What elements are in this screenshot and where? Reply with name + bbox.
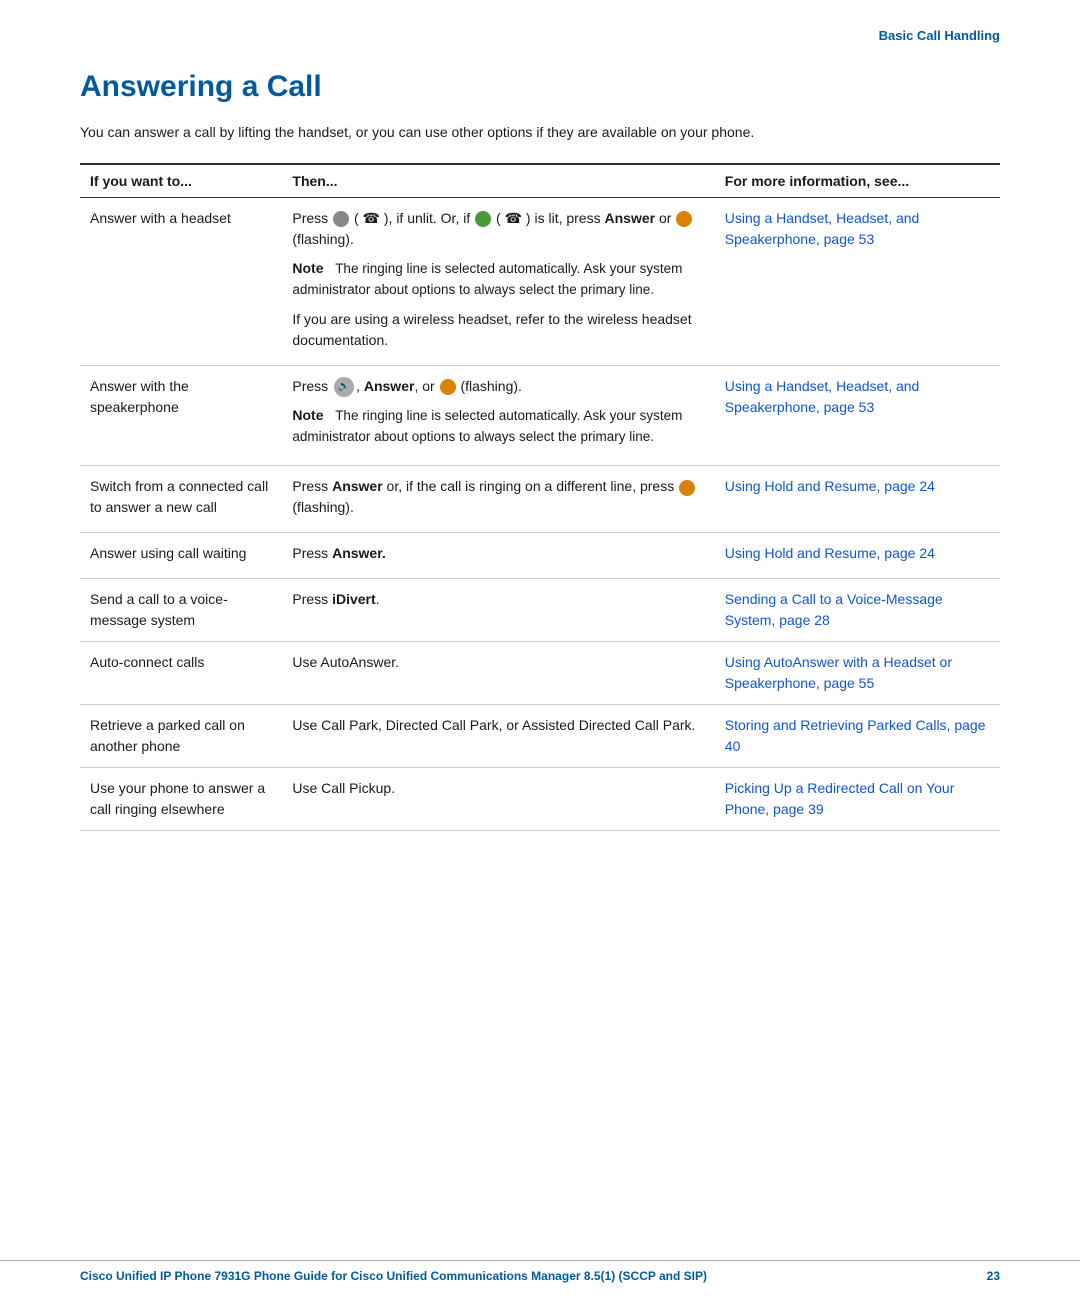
orange-circle-icon2 — [440, 379, 456, 395]
section-header: Basic Call Handling — [879, 28, 1000, 43]
row8-link[interactable]: Picking Up a Redirected Call on Your Pho… — [725, 780, 955, 817]
green-circle-icon — [475, 211, 491, 227]
table-row: Send a call to a voice-message system Pr… — [80, 579, 1000, 642]
row1-link[interactable]: Using a Handset, Headset, and Speakerpho… — [725, 210, 920, 247]
row7-see: Storing and Retrieving Parked Calls, pag… — [715, 705, 1000, 768]
col-header-if: If you want to... — [80, 164, 282, 198]
row4-then: Press Answer. — [282, 533, 714, 579]
headset-symbol: ☎ — [363, 210, 380, 226]
row8-then: Use Call Pickup. — [282, 768, 714, 831]
gray-circle-icon — [333, 211, 349, 227]
orange-circle-icon — [676, 211, 692, 227]
row3-see: Using Hold and Resume, page 24 — [715, 466, 1000, 533]
row6-see: Using AutoAnswer with a Headset or Speak… — [715, 642, 1000, 705]
table-row: Use your phone to answer a call ringing … — [80, 768, 1000, 831]
row3-link[interactable]: Using Hold and Resume, page 24 — [725, 478, 935, 494]
row2-link[interactable]: Using a Handset, Headset, and Speakerpho… — [725, 378, 920, 415]
table-row: Switch from a connected call to answer a… — [80, 466, 1000, 533]
answering-table: If you want to... Then... For more infor… — [80, 163, 1000, 831]
row3-if: Switch from a connected call to answer a… — [80, 466, 282, 533]
page-title: Answering a Call — [80, 70, 1000, 104]
row5-see: Sending a Call to a Voice-Message System… — [715, 579, 1000, 642]
row4-link[interactable]: Using Hold and Resume, page 24 — [725, 545, 935, 561]
col-header-then: Then... — [282, 164, 714, 198]
row2-if: Answer with the speakerphone — [80, 365, 282, 466]
row5-if: Send a call to a voice-message system — [80, 579, 282, 642]
row4-if: Answer using call waiting — [80, 533, 282, 579]
col-header-see: For more information, see... — [715, 164, 1000, 198]
intro-paragraph: You can answer a call by lifting the han… — [80, 122, 1000, 143]
page-footer: Cisco Unified IP Phone 7931G Phone Guide… — [0, 1260, 1080, 1283]
row1-see: Using a Handset, Headset, and Speakerpho… — [715, 198, 1000, 366]
row7-then: Use Call Park, Directed Call Park, or As… — [282, 705, 714, 768]
speaker-icon: 🔈 — [334, 377, 354, 397]
note2: Note The ringing line is selected automa… — [292, 405, 704, 448]
row5-then: Press iDivert. — [282, 579, 714, 642]
row7-link[interactable]: Storing and Retrieving Parked Calls, pag… — [725, 717, 986, 754]
table-row: Answer using call waiting Press Answer. … — [80, 533, 1000, 579]
row8-if: Use your phone to answer a call ringing … — [80, 768, 282, 831]
note1: Note The ringing line is selected automa… — [292, 258, 704, 301]
row1-then: Press ( ☎ ), if unlit. Or, if ( ☎ ) is l… — [282, 198, 714, 366]
row2-see: Using a Handset, Headset, and Speakerpho… — [715, 365, 1000, 466]
row6-then: Use AutoAnswer. — [282, 642, 714, 705]
table-row: Auto-connect calls Use AutoAnswer. Using… — [80, 642, 1000, 705]
row6-if: Auto-connect calls — [80, 642, 282, 705]
row3-then: Press Answer or, if the call is ringing … — [282, 466, 714, 533]
headset-symbol2: ☎ — [505, 210, 522, 226]
orange-circle-icon3 — [679, 480, 695, 496]
footer-page-number: 23 — [987, 1269, 1000, 1283]
row6-link[interactable]: Using AutoAnswer with a Headset or Speak… — [725, 654, 952, 691]
table-row: Answer with a headset Press ( ☎ ), if un… — [80, 198, 1000, 366]
row5-link[interactable]: Sending a Call to a Voice-Message System… — [725, 591, 943, 628]
table-row: Answer with the speakerphone Press 🔈, An… — [80, 365, 1000, 466]
page-container: Basic Call Handling Answering a Call You… — [0, 0, 1080, 931]
table-row: Retrieve a parked call on another phone … — [80, 705, 1000, 768]
row7-if: Retrieve a parked call on another phone — [80, 705, 282, 768]
row8-see: Picking Up a Redirected Call on Your Pho… — [715, 768, 1000, 831]
row4-see: Using Hold and Resume, page 24 — [715, 533, 1000, 579]
table-header-row: If you want to... Then... For more infor… — [80, 164, 1000, 198]
footer-left-text: Cisco Unified IP Phone 7931G Phone Guide… — [80, 1269, 707, 1283]
row2-then: Press 🔈, Answer, or (flashing). Note The… — [282, 365, 714, 466]
row1-if: Answer with a headset — [80, 198, 282, 366]
